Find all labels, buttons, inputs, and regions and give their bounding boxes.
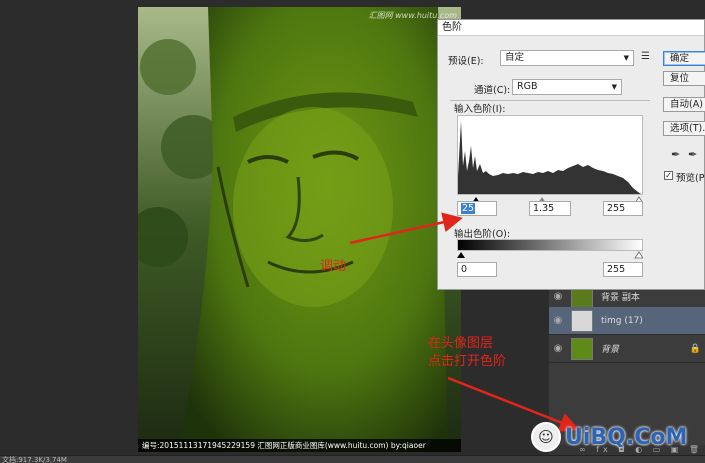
- input-black-value: 25: [461, 203, 476, 214]
- eyedropper-black-icon[interactable]: ✒: [671, 148, 680, 161]
- input-levels-label: 输入色阶(I):: [454, 104, 506, 115]
- chevron-down-icon: ▼: [623, 54, 629, 62]
- auto-button[interactable]: 自动(A): [663, 97, 705, 112]
- input-white-field[interactable]: 255: [603, 201, 643, 216]
- site-watermark-text: UiBQ.CoM: [565, 424, 688, 450]
- eye-icon[interactable]: ◉: [549, 343, 567, 354]
- channel-value: RGB: [517, 81, 538, 92]
- site-watermark: ☺ UiBQ.CoM: [531, 417, 687, 457]
- preset-value: 自定: [505, 52, 525, 63]
- layer-thumbnail: [571, 309, 593, 332]
- annotation-instruction-1: 在头像图层: [428, 336, 494, 351]
- layer-name: timg (17): [601, 315, 643, 326]
- layer-name: 背景: [601, 345, 620, 355]
- canvas-image[interactable]: 汇图网 www.huitu.com 编号:2015111317194522915…: [138, 7, 461, 452]
- annotation-adjust: 调动: [320, 259, 347, 274]
- eyedropper-gray-icon[interactable]: ✒: [688, 148, 697, 161]
- lock-icon: 🔒: [689, 343, 701, 354]
- output-black-field[interactable]: 0: [457, 262, 497, 277]
- input-gamma-field[interactable]: 1.35: [529, 201, 571, 216]
- output-white-field[interactable]: 255: [603, 262, 643, 277]
- dialog-title: 色阶: [438, 20, 704, 36]
- image-caption: 编号:20151113171945229159 汇图网正版商业图库(www.hu…: [138, 439, 461, 452]
- output-levels-label: 输出色阶(O):: [454, 229, 511, 240]
- preview-label: 预览(P): [676, 173, 705, 184]
- preset-label: 预设(E):: [448, 56, 484, 67]
- input-black-field[interactable]: 25: [457, 201, 497, 216]
- chevron-down-icon: ▼: [611, 83, 617, 91]
- preset-menu-icon[interactable]: ☰: [641, 51, 650, 62]
- reset-button[interactable]: 复位: [663, 71, 705, 86]
- eye-icon[interactable]: ◉: [549, 315, 567, 326]
- preview-checkbox[interactable]: ✓: [664, 171, 673, 180]
- tree-face-photo: [138, 7, 461, 452]
- annotation-instruction-2: 点击打开色阶: [428, 354, 507, 369]
- output-white-handle: [634, 251, 643, 259]
- layer-row-timg[interactable]: ◉ timg (17): [549, 307, 705, 335]
- options-button[interactable]: 选项(T)...: [663, 121, 705, 136]
- wechat-logo-icon: ☺: [531, 422, 561, 452]
- output-black-handle: [457, 252, 465, 258]
- channel-label: 通道(C):: [474, 85, 511, 96]
- ok-button[interactable]: 确定: [663, 51, 705, 66]
- histogram: [457, 115, 643, 195]
- preset-select[interactable]: 自定 ▼: [500, 50, 634, 66]
- levels-dialog: 色阶 预设(E): 自定 ▼ ☰ 通道(C): RGB ▼ 输入色阶(I): 2…: [437, 19, 705, 290]
- layer-row-background[interactable]: ◉ 背景 🔒: [549, 335, 705, 363]
- output-slider[interactable]: [457, 251, 643, 261]
- layer-thumbnail: [571, 337, 593, 360]
- eye-icon[interactable]: ◉: [549, 291, 567, 302]
- output-gradient: [457, 239, 643, 251]
- layer-name: 背景 副本: [601, 293, 640, 303]
- channel-select[interactable]: RGB ▼: [512, 79, 622, 95]
